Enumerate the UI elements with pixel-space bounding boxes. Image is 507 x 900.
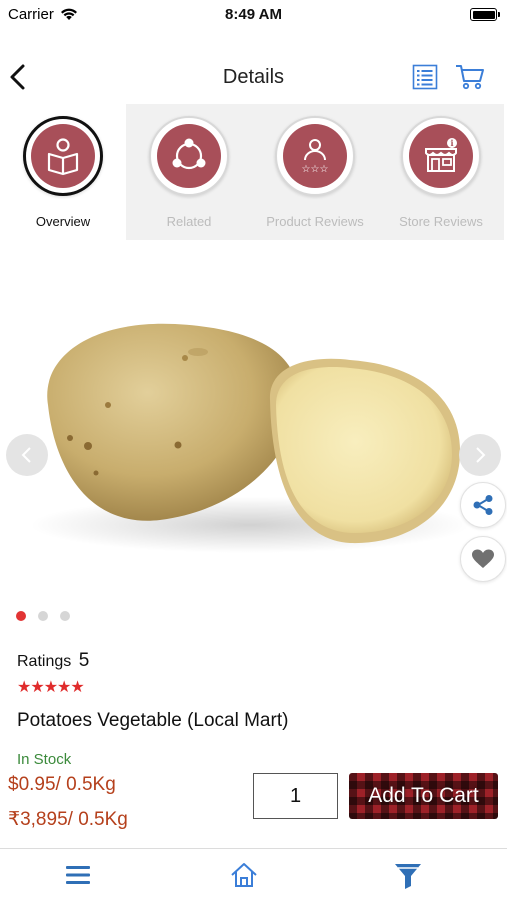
product-name: Potatoes Vegetable (Local Mart) (17, 710, 289, 731)
tab-product-reviews[interactable]: ☆☆☆ Product Reviews (252, 104, 378, 240)
purchase-bar: $0.95/ 0.5Kg ₹3,895/ 0.5Kg 1 Add To Cart (0, 764, 507, 848)
heart-icon (472, 549, 494, 568)
tab-overview[interactable]: Overview (0, 104, 126, 240)
tab-store-reviews[interactable]: i Store Reviews (378, 104, 504, 240)
carousel-dot[interactable] (60, 611, 70, 621)
price-primary: $0.95/ 0.5Kg (8, 774, 116, 795)
share-icon (473, 495, 493, 515)
svg-text:☆☆☆: ☆☆☆ (302, 164, 329, 175)
status-bar: Carrier 8:49 AM (0, 0, 507, 30)
menu-icon[interactable] (62, 859, 94, 891)
ratings-row: Ratings 5 (17, 650, 89, 672)
tab-label: Overview (35, 214, 91, 229)
price-secondary: ₹3,895/ 0.5Kg (8, 809, 128, 830)
battery-icon (470, 8, 500, 21)
list-icon[interactable] (412, 64, 438, 90)
network-icon (157, 124, 221, 188)
bottom-navigation (0, 848, 507, 900)
product-image (30, 323, 470, 553)
clock: 8:49 AM (225, 6, 282, 23)
carousel-prev-button[interactable] (6, 434, 48, 476)
ratings-label: Ratings (17, 653, 72, 670)
carousel-next-button[interactable] (459, 434, 501, 476)
svg-text:i: i (450, 138, 453, 148)
reader-icon (31, 124, 95, 188)
product-image-carousel[interactable] (0, 240, 507, 600)
chevron-left-icon (21, 447, 31, 463)
store-icon: i (409, 124, 473, 188)
rating-value: 5 (78, 650, 90, 671)
carousel-dot-active[interactable] (16, 611, 26, 621)
cart-icon[interactable] (455, 64, 485, 90)
filter-icon[interactable] (392, 859, 424, 891)
tab-label: Store Reviews (399, 214, 483, 229)
home-icon[interactable] (228, 859, 260, 891)
stock-status: In Stock (17, 751, 72, 764)
carousel-indicator (16, 611, 70, 621)
share-button[interactable] (460, 482, 506, 528)
add-to-cart-button[interactable]: Add To Cart (349, 773, 498, 819)
rated-user-icon: ☆☆☆ (283, 124, 347, 188)
carousel-dot[interactable] (38, 611, 48, 621)
tab-related[interactable]: Related (126, 104, 252, 240)
detail-tabs: Overview Related ☆☆☆ Product Reviews i S… (0, 104, 507, 240)
tab-label: Related (166, 214, 212, 229)
header: Details (0, 52, 507, 104)
star-rating: ★★★★★ (17, 679, 85, 696)
quantity-field[interactable]: 1 (253, 773, 338, 819)
add-to-cart-label: Add To Cart (368, 784, 479, 807)
favorite-button[interactable] (460, 536, 506, 582)
chevron-right-icon (476, 447, 486, 463)
tab-label: Product Reviews (266, 214, 364, 229)
